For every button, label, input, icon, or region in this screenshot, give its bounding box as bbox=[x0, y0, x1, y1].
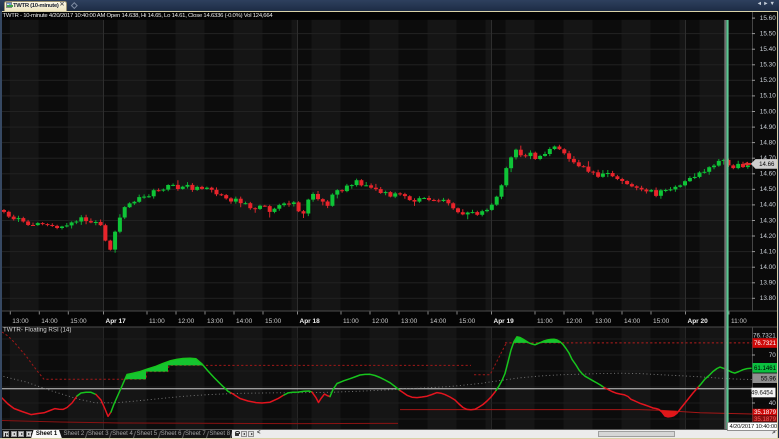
svg-text:15:00: 15:00 bbox=[265, 318, 282, 325]
svg-text:14.10: 14.10 bbox=[760, 248, 776, 255]
svg-text:Apr 17: Apr 17 bbox=[106, 318, 127, 325]
svg-text:14.50: 14.50 bbox=[760, 186, 776, 193]
svg-text:12:00: 12:00 bbox=[178, 318, 195, 325]
svg-text:14.80: 14.80 bbox=[760, 139, 776, 146]
svg-text:15.50: 15.50 bbox=[760, 30, 776, 37]
svg-text:14.66: 14.66 bbox=[759, 161, 775, 168]
svg-text:15.30: 15.30 bbox=[760, 62, 776, 69]
svg-text:14.20: 14.20 bbox=[760, 233, 776, 240]
svg-text:13:00: 13:00 bbox=[12, 318, 29, 325]
svg-text:14.60: 14.60 bbox=[760, 171, 776, 178]
svg-text:15.40: 15.40 bbox=[760, 46, 776, 53]
svg-text:Apr 18: Apr 18 bbox=[300, 318, 321, 325]
svg-text:55.96: 55.96 bbox=[761, 375, 777, 382]
svg-text:14:00: 14:00 bbox=[430, 318, 447, 325]
svg-text:15.20: 15.20 bbox=[760, 77, 776, 84]
svg-text:49.6454: 49.6454 bbox=[751, 390, 774, 397]
svg-text:14:00: 14:00 bbox=[236, 318, 253, 325]
svg-text:15.10: 15.10 bbox=[760, 93, 776, 100]
svg-text:13:00: 13:00 bbox=[595, 318, 612, 325]
svg-text:12:00: 12:00 bbox=[566, 318, 583, 325]
svg-text:11:00: 11:00 bbox=[149, 318, 165, 325]
svg-text:11:00: 11:00 bbox=[731, 318, 747, 325]
svg-text:15:00: 15:00 bbox=[653, 318, 670, 325]
svg-text:14.90: 14.90 bbox=[760, 124, 776, 131]
svg-text:15:00: 15:00 bbox=[70, 318, 87, 325]
svg-text:TWTR- Floating RSI (14): TWTR- Floating RSI (14) bbox=[3, 327, 71, 334]
svg-text:12:00: 12:00 bbox=[372, 318, 389, 325]
svg-text:Apr 20: Apr 20 bbox=[688, 318, 709, 325]
svg-text:15.00: 15.00 bbox=[760, 108, 776, 115]
svg-text:14.30: 14.30 bbox=[760, 217, 776, 224]
svg-text:13:00: 13:00 bbox=[207, 318, 224, 325]
svg-text:14:00: 14:00 bbox=[41, 318, 58, 325]
svg-text:11:00: 11:00 bbox=[537, 318, 553, 325]
svg-text:76.7321: 76.7321 bbox=[754, 340, 777, 347]
svg-text:11:00: 11:00 bbox=[343, 318, 359, 325]
svg-text:13.80: 13.80 bbox=[760, 295, 776, 302]
svg-text:70: 70 bbox=[769, 352, 777, 359]
svg-text:14.40: 14.40 bbox=[760, 202, 776, 209]
svg-text:15:00: 15:00 bbox=[459, 318, 476, 325]
svg-text:13.90: 13.90 bbox=[760, 280, 776, 287]
svg-text:14:00: 14:00 bbox=[624, 318, 641, 325]
svg-text:Apr 19: Apr 19 bbox=[494, 318, 515, 325]
svg-text:13:00: 13:00 bbox=[401, 318, 418, 325]
svg-text:14.00: 14.00 bbox=[760, 264, 776, 271]
svg-text:61.1461: 61.1461 bbox=[754, 365, 777, 372]
svg-text:40: 40 bbox=[769, 400, 777, 407]
